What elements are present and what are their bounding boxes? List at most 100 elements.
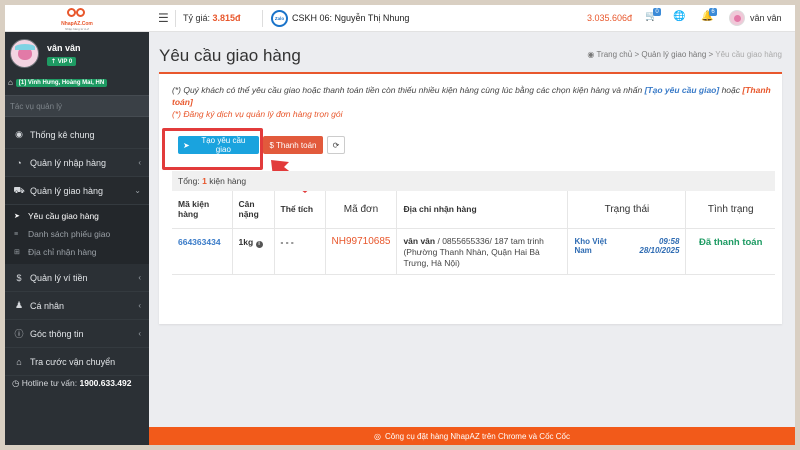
col-header-status: Trạng thái bbox=[567, 191, 687, 229]
table-header-row: Mã kiện hàng Cân nặng Thể tích Mã đơn Đị… bbox=[172, 191, 775, 229]
globe-icon[interactable]: 🌐 bbox=[673, 11, 685, 22]
sidebar-item-personal[interactable]: ♟ Cá nhân ‹ bbox=[5, 292, 149, 320]
user-avatar[interactable] bbox=[729, 10, 745, 26]
vip-label: VIP 0 bbox=[57, 59, 73, 65]
address-tag: [1] Vĩnh Hưng, Hoàng Mai, HN bbox=[15, 78, 108, 87]
logo-icon bbox=[66, 7, 88, 20]
user-icon: ♟ bbox=[14, 300, 24, 310]
total-unit: kiện hàng bbox=[209, 176, 247, 186]
sidebar-search bbox=[5, 95, 149, 117]
instruction-line-1: (*) Quý khách có thể yêu cầu giao hoặc t… bbox=[172, 84, 772, 108]
sidebar-item-dashboard[interactable]: ◉ Thống kê chung bbox=[5, 121, 149, 149]
sidebar-avatar[interactable] bbox=[10, 39, 39, 68]
notification-badge: 6 bbox=[709, 8, 717, 16]
sidebar-subitem-delivery-slips[interactable]: ≡ Danh sách phiếu giao bbox=[5, 225, 149, 243]
wallet-balance[interactable]: 3.035.606đ bbox=[587, 13, 632, 23]
weight-value: 1kg bbox=[238, 236, 254, 247]
sidebar-item-wallet[interactable]: $ Quản lý ví tiền ‹ bbox=[5, 264, 149, 292]
payment-button-label: $ Thanh toán bbox=[269, 140, 317, 150]
menu-toggle-icon[interactable]: ☰ bbox=[158, 11, 169, 25]
breadcrumb-delivery[interactable]: Quản lý giao hàng bbox=[641, 50, 706, 59]
cart-badge: 0 bbox=[653, 8, 661, 16]
col-header-condition: Tình trạng bbox=[685, 191, 775, 229]
info-icon: ⓘ bbox=[14, 329, 24, 339]
dashboard-icon: ◉ bbox=[15, 129, 23, 139]
chevron-left-icon: ‹ bbox=[138, 329, 141, 338]
sidebar-item-label: Thống kê chung bbox=[30, 129, 95, 140]
package-status: Kho Việt Nam 09:58 28/10/2025 bbox=[567, 228, 687, 275]
payment-button[interactable]: $ Thanh toán bbox=[263, 136, 323, 154]
package-weight: 1kg i bbox=[232, 228, 275, 275]
sidebar-search-input[interactable] bbox=[5, 96, 149, 116]
dollar-icon: $ bbox=[16, 272, 22, 283]
payment-status: Đã thanh toán bbox=[685, 228, 775, 275]
instruction-text: (*) Quý khách có thể yêu cầu giao hoặc t… bbox=[172, 85, 643, 95]
highlight-box bbox=[162, 128, 263, 170]
package-service-link[interactable]: (*) Đăng ký dịch vụ quản lý đơn hàng trọ… bbox=[172, 108, 772, 120]
header-username[interactable]: vân vân bbox=[750, 13, 782, 23]
sidebar-subitem-label: Danh sách phiếu giao bbox=[28, 229, 111, 239]
col-header-volume: Thể tích bbox=[274, 191, 326, 229]
hotline-label: Hotline tư vấn: bbox=[21, 378, 78, 388]
clock-icon: ◷ bbox=[12, 378, 20, 388]
logo-subtitle: Nhập hàng từ A-Z bbox=[65, 26, 89, 31]
order-code[interactable]: NH99710685 bbox=[325, 228, 398, 275]
create-request-link[interactable]: [Tạo yêu cầu giao] bbox=[645, 85, 720, 95]
total-count: 1 bbox=[202, 176, 207, 186]
breadcrumb: ◉ Trang chủ > Quản lý giao hàng > Yêu cầ… bbox=[587, 50, 782, 59]
sidebar-subitem-delivery-request[interactable]: ➤ Yêu cầu giao hàng bbox=[5, 207, 149, 225]
hotline-number[interactable]: 1900.633.492 bbox=[79, 378, 131, 388]
refresh-button[interactable]: ⟳ bbox=[327, 136, 345, 154]
vip-badge: ⇡ VIP 0 bbox=[47, 57, 77, 66]
zalo-icon[interactable]: Zalo bbox=[271, 10, 288, 27]
sidebar-subitem-label: Yêu cầu giao hàng bbox=[28, 211, 99, 221]
package-code[interactable]: 664363434 bbox=[172, 228, 233, 275]
default-address[interactable]: ⌂ [1] Vĩnh Hưng, Hoàng Mai, HN bbox=[8, 78, 108, 87]
instruction-or: hoặc bbox=[721, 85, 741, 95]
status-place: Kho Việt Nam bbox=[574, 236, 607, 255]
col-header-order: Mã đơn bbox=[325, 191, 398, 229]
status-time: 09:58 bbox=[658, 236, 680, 246]
chevron-left-icon: ‹ bbox=[138, 301, 141, 310]
table-row[interactable]: 664363434 1kg i - - - NH99710685 vân vân… bbox=[172, 228, 775, 275]
breadcrumb-current: Yêu cầu giao hàng bbox=[715, 50, 782, 59]
logo[interactable]: NhapAZ.Com Nhập hàng từ A-Z bbox=[5, 5, 149, 32]
sidebar: vân vân ⇡ VIP 0 ⌂ [1] Vĩnh Hưng, Hoàng M… bbox=[5, 32, 149, 445]
sidebar-subitem-label: Địa chỉ nhận hàng bbox=[28, 247, 97, 257]
support-contact[interactable]: CSKH 06: Nguyễn Thị Nhung bbox=[292, 13, 409, 23]
footer-banner[interactable]: ◎ Công cụ đặt hàng NhapAZ trên Chrome và… bbox=[149, 427, 795, 445]
sidebar-item-shipping-rates[interactable]: ⌂ Tra cước vận chuyển bbox=[5, 348, 149, 376]
breadcrumb-home[interactable]: Trang chủ bbox=[596, 50, 632, 59]
col-header-weight: Cân nặng bbox=[232, 191, 275, 229]
sidebar-subitem-addresses[interactable]: ⊞ Địa chỉ nhận hàng bbox=[5, 243, 149, 261]
total-summary: Tổng: 1 kiện hàng bbox=[172, 171, 775, 191]
info-icon[interactable]: i bbox=[255, 240, 263, 248]
delivery-request-card: (*) Quý khách có thể yêu cầu giao hoặc t… bbox=[159, 72, 782, 324]
exchange-rate: Tỷ giá: 3.815đ bbox=[183, 13, 241, 23]
truck-icon: ⛟ bbox=[13, 184, 25, 195]
pie-chart-icon: ◔ bbox=[16, 157, 22, 168]
bank-icon: ⌂ bbox=[16, 356, 22, 367]
chrome-icon: ◎ bbox=[374, 431, 381, 441]
sidebar-item-info[interactable]: ⓘ Góc thông tin ‹ bbox=[5, 320, 149, 348]
sidebar-item-delivery[interactable]: ⛟ Quản lý giao hàng ⌄ bbox=[5, 177, 149, 205]
sidebar-item-label: Quản lý ví tiền bbox=[30, 272, 88, 283]
exchange-rate-value: 3.815đ bbox=[212, 13, 241, 23]
package-volume: - - - bbox=[274, 228, 326, 275]
sidebar-item-label: Quản lý nhập hàng bbox=[30, 157, 107, 168]
col-header-code: Mã kiện hàng bbox=[172, 191, 233, 229]
status-timestamp: 09:58 28/10/2025 bbox=[639, 237, 679, 255]
header-divider bbox=[175, 10, 176, 27]
delivery-submenu: ➤ Yêu cầu giao hàng ≡ Danh sách phiếu gi… bbox=[5, 205, 149, 264]
app-frame: NhapAZ.Com Nhập hàng từ A-Z ☰ Tỷ giá: 3.… bbox=[5, 5, 795, 445]
sidebar-item-import[interactable]: ◔ Quản lý nhập hàng ‹ bbox=[5, 149, 149, 177]
home-icon: ⌂ bbox=[8, 78, 13, 87]
package-table-wrapper: Tổng: 1 kiện hàng Mã kiện hàng Cân nặng … bbox=[172, 171, 775, 275]
sidebar-item-label: Quản lý giao hàng bbox=[30, 185, 104, 196]
status-date: 28/10/2025 bbox=[639, 245, 680, 255]
page-title: Yêu cầu giao hàng bbox=[159, 46, 301, 65]
status-row: Kho Việt Nam 09:58 28/10/2025 bbox=[574, 237, 679, 255]
top-header: NhapAZ.Com Nhập hàng từ A-Z ☰ Tỷ giá: 3.… bbox=[5, 5, 795, 32]
hotline: ◷ Hotline tư vấn: 1900.633.492 bbox=[12, 378, 131, 389]
sidebar-item-label: Góc thông tin bbox=[30, 328, 84, 339]
